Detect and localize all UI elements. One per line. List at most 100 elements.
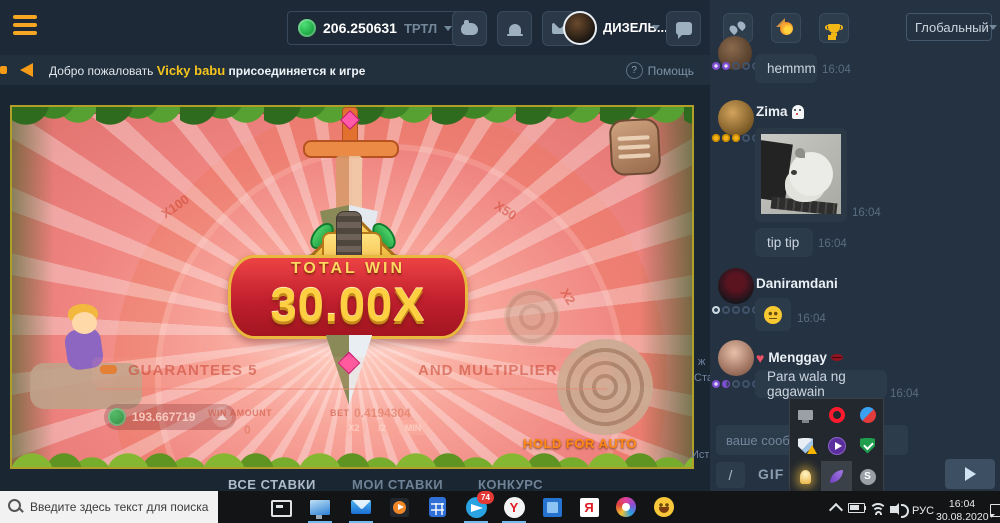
chevron-down-icon <box>444 26 452 31</box>
app-root: 206.250631 ТРТЛ ДИЗЕЛЬ... Добро пожалова… <box>0 0 1000 523</box>
movies-app-icon <box>390 498 409 517</box>
monitor-app-icon <box>309 499 331 516</box>
avatar[interactable] <box>718 340 754 376</box>
tray-skype-app[interactable] <box>852 461 883 492</box>
chat-username: Zima <box>756 104 804 119</box>
username-text: Menggay <box>768 350 827 365</box>
monitor-icon <box>798 410 813 420</box>
stone-rosette-small <box>504 289 560 345</box>
channel-select[interactable]: Глобальный <box>906 13 992 41</box>
taskbar-photos-app[interactable] <box>540 495 564 519</box>
action-center-icon[interactable] <box>990 504 1000 517</box>
chat-emoji-message <box>755 298 791 331</box>
message-time: 16:04 <box>822 64 851 76</box>
game-menu-button[interactable] <box>609 118 662 177</box>
piggy-bank-icon <box>461 23 478 35</box>
speaker-icon[interactable] <box>890 506 897 513</box>
message-time: 16:04 <box>818 238 847 250</box>
media-player-icon <box>828 437 846 455</box>
question-icon: ? <box>626 62 643 79</box>
taskbar-explorer-app[interactable] <box>308 495 332 519</box>
telegram-badge: 74 <box>477 491 494 504</box>
taskbar-emoji-app[interactable] <box>652 495 676 519</box>
tray-defender-app[interactable] <box>790 430 821 461</box>
character-head <box>72 312 97 334</box>
taskbar-movies-app[interactable] <box>387 495 411 519</box>
help-link[interactable]: ? Помощь <box>626 62 694 79</box>
green-shield-check-icon <box>860 438 875 454</box>
chat-image-message[interactable] <box>755 128 847 222</box>
tray-split-circle-app[interactable] <box>852 399 883 430</box>
currency-label: ТРТЛ <box>404 21 437 36</box>
foliage-left <box>10 107 54 467</box>
wifi-icon[interactable] <box>869 503 885 515</box>
tray-gold-app[interactable] <box>790 461 821 492</box>
avatar[interactable] <box>718 268 754 304</box>
bet-x2-button[interactable]: X2 <box>342 420 366 435</box>
bet-label: BET <box>330 408 350 418</box>
tab-contest[interactable]: КОНКУРС <box>478 477 543 492</box>
tray-opera-app[interactable] <box>821 399 852 430</box>
send-button[interactable] <box>945 459 995 489</box>
side-label-hist[interactable]: Ист <box>691 449 709 461</box>
win-amount-value: 0 <box>244 423 251 437</box>
game-frame: X100 X50 X2 TOTAL WIN 30.00X <box>10 105 694 469</box>
user-badges <box>712 134 760 142</box>
paint3d-app-icon <box>616 497 636 517</box>
piggy-bank-button[interactable] <box>452 11 487 46</box>
user-avatar[interactable] <box>563 11 597 45</box>
yandex-browser-icon <box>504 497 525 518</box>
dog-gif-image <box>761 134 841 214</box>
notifications-button[interactable] <box>497 11 532 46</box>
notice-text: Добро пожаловать Vicky babu присоединяет… <box>49 63 365 78</box>
coindrop-button[interactable] <box>771 13 801 43</box>
taskbar-clock[interactable]: 16:04 30.08.2020 <box>936 498 988 523</box>
mail-app-icon <box>351 500 371 514</box>
tray-monitor-app[interactable] <box>790 399 821 430</box>
gold-figure-icon <box>800 470 811 484</box>
taskbar-yandex-app[interactable] <box>577 495 601 519</box>
heart-emoji-icon: ♥ <box>756 351 764 365</box>
taskbar-paint3d-app[interactable] <box>614 495 638 519</box>
slash-command-button[interactable]: / <box>716 462 745 488</box>
language-indicator[interactable]: РУС <box>912 505 934 517</box>
taskbar-telegram-app[interactable]: 74 <box>464 495 488 519</box>
bet-min-button[interactable]: MIN <box>398 420 428 435</box>
trophy-icon <box>828 24 840 33</box>
tray-antivirus-app[interactable] <box>852 430 883 461</box>
taskbar-search-input[interactable] <box>0 491 218 523</box>
hold-for-auto-label: HOLD FOR AUTO <box>510 436 650 451</box>
battery-icon[interactable] <box>848 503 865 513</box>
yandex-app-icon <box>580 498 599 517</box>
hamburger-menu-icon[interactable] <box>13 15 37 39</box>
chat-toggle-button[interactable] <box>666 11 701 46</box>
fireball-icon <box>780 22 793 35</box>
megaphone-icon <box>20 63 33 77</box>
user-badges <box>712 306 760 314</box>
bet-half-button[interactable]: /2 <box>370 420 394 435</box>
game-balance-value: 193.667719 <box>132 410 195 424</box>
coin-icon <box>298 19 316 37</box>
message-time: 16:04 <box>797 313 826 325</box>
taskbar-yandex-browser-app[interactable] <box>502 495 526 519</box>
taskbar-mail-app[interactable] <box>349 495 373 519</box>
tab-my-bets[interactable]: МОИ СТАВКИ <box>352 477 443 492</box>
chevron-down-icon <box>989 25 997 30</box>
task-view-icon[interactable] <box>271 500 292 517</box>
calculator-app-icon <box>429 497 446 517</box>
guarantee-text-right: AND MULTIPLIER <box>418 362 558 379</box>
gif-button[interactable]: GIF <box>758 466 784 482</box>
avatar[interactable] <box>718 100 754 136</box>
balance-value: 206.250631 <box>323 20 397 36</box>
contest-button[interactable] <box>819 13 849 43</box>
split-circle-icon <box>860 407 876 423</box>
message-time: 16:04 <box>852 207 881 219</box>
chevron-down-icon[interactable] <box>652 25 660 30</box>
balance-pill[interactable]: 206.250631 ТРТЛ <box>287 11 463 45</box>
notice-suffix: присоединяется к игре <box>229 64 366 78</box>
chat-toggle-icon <box>676 22 692 35</box>
tray-feather-app[interactable] <box>821 461 852 492</box>
taskbar-calculator-app[interactable] <box>425 495 449 519</box>
help-label: Помощь <box>648 64 694 78</box>
tray-media-app[interactable] <box>821 430 852 461</box>
